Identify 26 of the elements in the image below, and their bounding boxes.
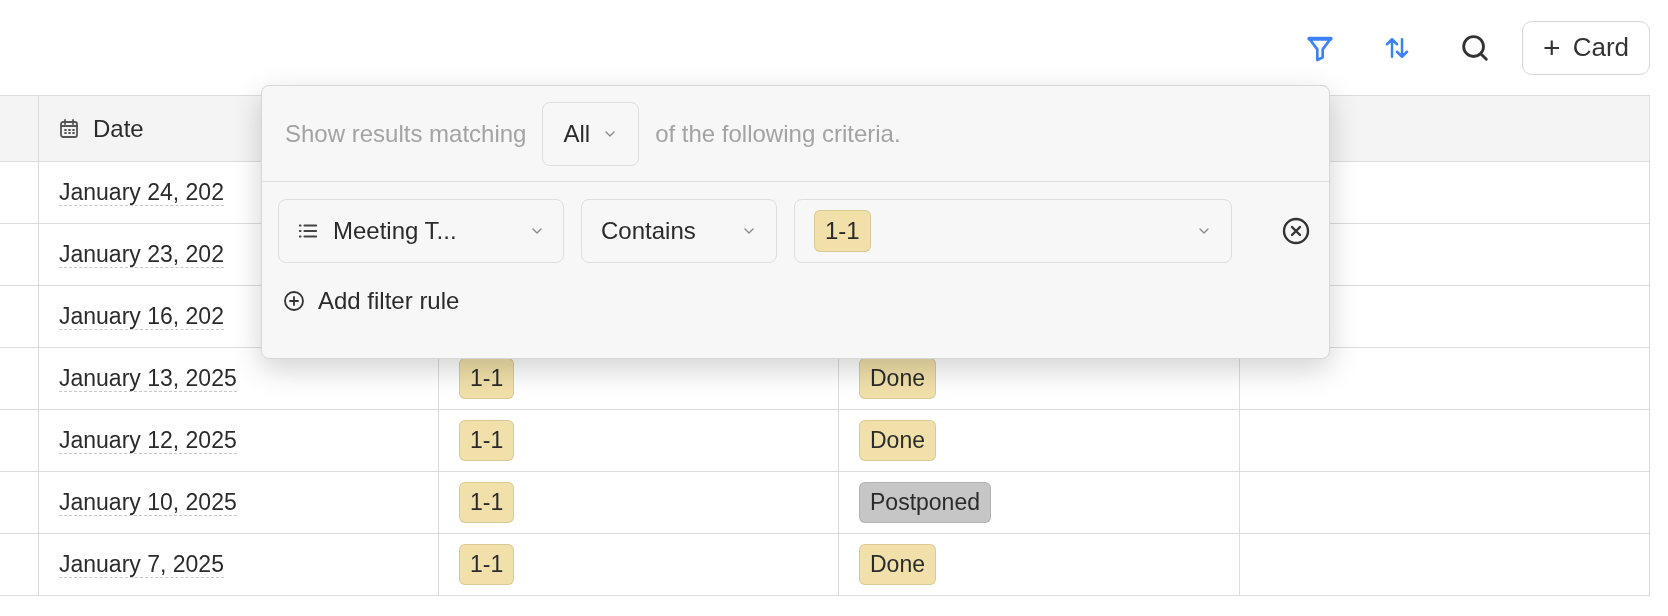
- tag: 1-1: [459, 544, 515, 585]
- tag: Postponed: [859, 482, 991, 523]
- tag: Done: [859, 544, 936, 585]
- date-text: January 24, 202: [59, 179, 224, 206]
- add-card-button[interactable]: + Card: [1522, 20, 1650, 75]
- tag: Done: [859, 358, 936, 399]
- value-select[interactable]: 1-1: [794, 199, 1232, 263]
- calendar-icon: [57, 116, 81, 141]
- date-text: January 7, 2025: [59, 551, 224, 578]
- tag: Done: [859, 420, 936, 461]
- date-text: January 16, 202: [59, 303, 224, 330]
- field-dropdown[interactable]: Meeting T...: [278, 199, 564, 263]
- tag: 1-1: [459, 482, 515, 523]
- date-text: January 12, 2025: [59, 427, 237, 454]
- plus-circle-icon: [282, 289, 306, 313]
- date-text: January 13, 2025: [59, 365, 237, 392]
- date-text: January 23, 202: [59, 241, 224, 268]
- match-dropdown[interactable]: All: [542, 101, 640, 166]
- tag: 1-1: [459, 358, 515, 399]
- close-icon[interactable]: [1280, 215, 1312, 247]
- date-text: January 10, 2025: [59, 489, 237, 516]
- add-filter-rule-button[interactable]: Add filter rule: [282, 283, 460, 319]
- operator-dropdown[interactable]: Contains: [581, 199, 777, 263]
- tag: 1-1: [814, 210, 871, 252]
- tag: 1-1: [459, 420, 515, 461]
- popup-label: of the following criteria.: [655, 118, 901, 149]
